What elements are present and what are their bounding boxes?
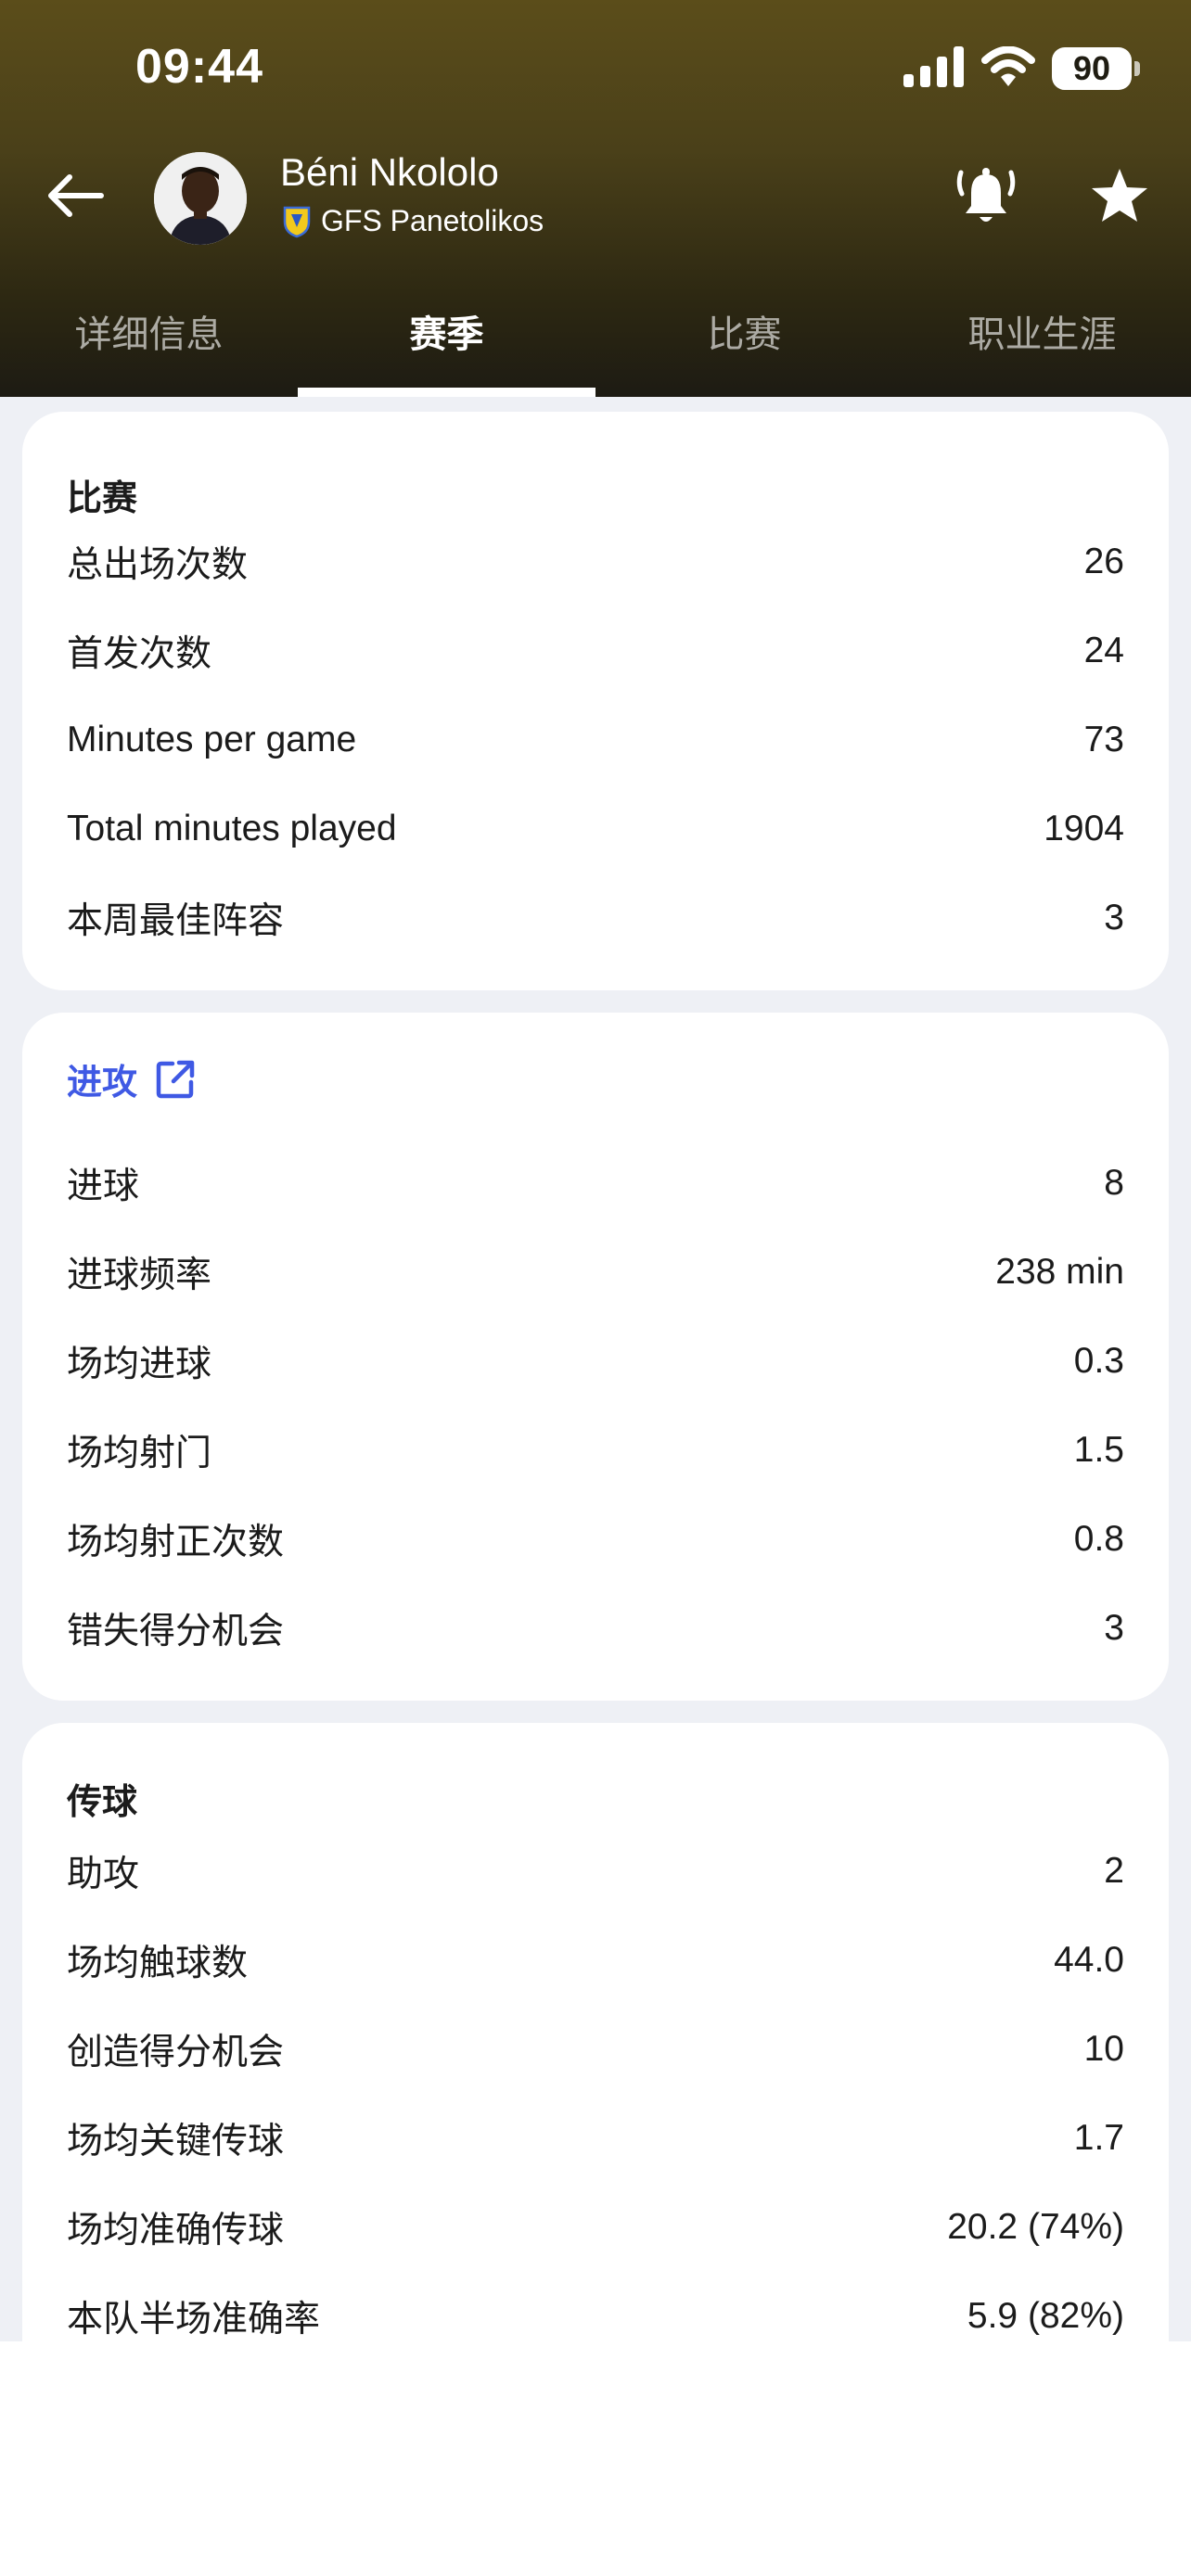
stat-label: 本队半场准确率 <box>67 2300 321 2340</box>
stat-row: 进球频率 238 min <box>67 1244 1124 1300</box>
stat-row: Minutes per game 73 <box>67 712 1124 768</box>
stat-value: 20.2 (74%) <box>947 2207 1124 2247</box>
stat-row: 进球 8 <box>67 1155 1124 1211</box>
stat-label: 首发次数 <box>67 634 212 674</box>
notifications-button[interactable] <box>952 159 1020 234</box>
section-title-matches: 比赛 <box>67 479 138 518</box>
stat-row: 场均触球数 44.0 <box>67 1932 1124 1988</box>
status-icons: 90 <box>903 43 1140 95</box>
stat-value: 5.9 (82%) <box>967 2296 1124 2336</box>
stat-value: 8 <box>1104 1163 1124 1203</box>
tab-career[interactable]: 职业生涯 <box>893 295 1191 397</box>
stat-label: 进球 <box>67 1167 140 1206</box>
bell-icon <box>956 168 1016 222</box>
stat-label: 场均准确传球 <box>67 2211 285 2251</box>
stat-value: 3 <box>1104 898 1124 937</box>
stat-label: 创造得分机会 <box>67 2033 285 2072</box>
section-title-passing: 传球 <box>67 1783 138 1822</box>
bottom-blank-area <box>0 2341 1191 2576</box>
club-row[interactable]: GFS Panetolikos <box>282 204 544 238</box>
stat-row: 创造得分机会 10 <box>67 2021 1124 2077</box>
stat-value: 238 min <box>995 1252 1124 1292</box>
club-name: GFS Panetolikos <box>321 204 544 237</box>
stat-label: 进球频率 <box>67 1256 212 1295</box>
back-button[interactable] <box>37 163 111 228</box>
stat-value: 44.0 <box>1054 1940 1124 1980</box>
stat-row: 总出场次数 26 <box>67 534 1124 590</box>
stat-value: 24 <box>1083 631 1124 670</box>
stat-value: 1.5 <box>1073 1430 1124 1470</box>
stat-value: 1.7 <box>1073 2118 1124 2158</box>
stat-row: 助攻 2 <box>67 1843 1124 1899</box>
attack-stats-card: 进攻 进球 8 进球频率 238 min 场均进球 0.3 场均射门 1.5 场… <box>22 1013 1169 1701</box>
stat-value: 1904 <box>1044 809 1124 848</box>
wifi-icon <box>981 45 1035 92</box>
stat-label: Total minutes played <box>67 809 397 848</box>
stat-value: 0.3 <box>1073 1341 1124 1381</box>
stat-row: 本队半场准确率 5.9 (82%) <box>67 2289 1124 2341</box>
stat-label: 场均射正次数 <box>67 1523 285 1562</box>
tab-matches[interactable]: 比赛 <box>596 295 893 397</box>
stats-content[interactable]: 比赛 总出场次数 26 首发次数 24 Minutes per game 73 … <box>0 397 1191 2341</box>
stat-row: 场均射门 1.5 <box>67 1422 1124 1478</box>
section-title-attack-label: 进攻 <box>67 1064 138 1103</box>
stat-row: 场均射正次数 0.8 <box>67 1511 1124 1567</box>
stat-value: 10 <box>1083 2029 1124 2069</box>
stat-label: 场均关键传球 <box>67 2122 285 2162</box>
stat-label: 场均进球 <box>67 1345 212 1384</box>
stat-label: 场均触球数 <box>67 1944 249 1983</box>
stat-value: 3 <box>1104 1608 1124 1648</box>
status-time: 09:44 <box>135 40 263 94</box>
stat-label: 本周最佳阵容 <box>67 901 285 941</box>
back-arrow-icon <box>48 174 104 217</box>
stat-value: 2 <box>1104 1851 1124 1891</box>
player-name: Béni Nkololo <box>280 150 499 194</box>
stat-label: 助攻 <box>67 1855 140 1894</box>
stat-label: 场均射门 <box>67 1434 212 1473</box>
tab-season[interactable]: 赛季 <box>298 295 596 397</box>
stat-row: 错失得分机会 3 <box>67 1600 1124 1656</box>
matches-stats-card: 比赛 总出场次数 26 首发次数 24 Minutes per game 73 … <box>22 412 1169 990</box>
battery-icon: 90 <box>1052 47 1140 90</box>
stat-row: 首发次数 24 <box>67 623 1124 679</box>
stat-row: 场均关键传球 1.7 <box>67 2111 1124 2166</box>
external-link-icon <box>156 1060 195 1098</box>
stat-label: 总出场次数 <box>67 545 249 585</box>
stat-value: 0.8 <box>1073 1519 1124 1559</box>
stat-label: Minutes per game <box>67 720 357 759</box>
section-title-attack[interactable]: 进攻 <box>67 1053 197 1104</box>
star-icon <box>1092 169 1147 222</box>
signal-icon <box>903 45 965 92</box>
player-avatar[interactable] <box>154 152 247 245</box>
screen: 09:44 90 Béni Nkololo GFS Panetolikos 详细… <box>0 0 1191 2576</box>
stat-value: 73 <box>1083 720 1124 759</box>
battery-level: 90 <box>1072 49 1111 87</box>
passing-stats-card: 传球 助攻 2 场均触球数 44.0 创造得分机会 10 场均关键传球 1.7 … <box>22 1723 1169 2341</box>
tab-details[interactable]: 详细信息 <box>0 295 298 397</box>
stat-row: 本周最佳阵容 3 <box>67 890 1124 946</box>
stat-row: Total minutes played 1904 <box>67 801 1124 857</box>
header: 09:44 90 Béni Nkololo GFS Panetolikos 详细… <box>0 0 1191 397</box>
club-crest-icon <box>283 206 311 237</box>
favorite-button[interactable] <box>1085 161 1154 230</box>
stat-value: 26 <box>1083 542 1124 581</box>
stat-row: 场均进球 0.3 <box>67 1333 1124 1389</box>
stat-row: 场均准确传球 20.2 (74%) <box>67 2200 1124 2255</box>
stat-label: 错失得分机会 <box>67 1612 285 1651</box>
tab-bar: 详细信息 赛季 比赛 职业生涯 <box>0 295 1191 397</box>
